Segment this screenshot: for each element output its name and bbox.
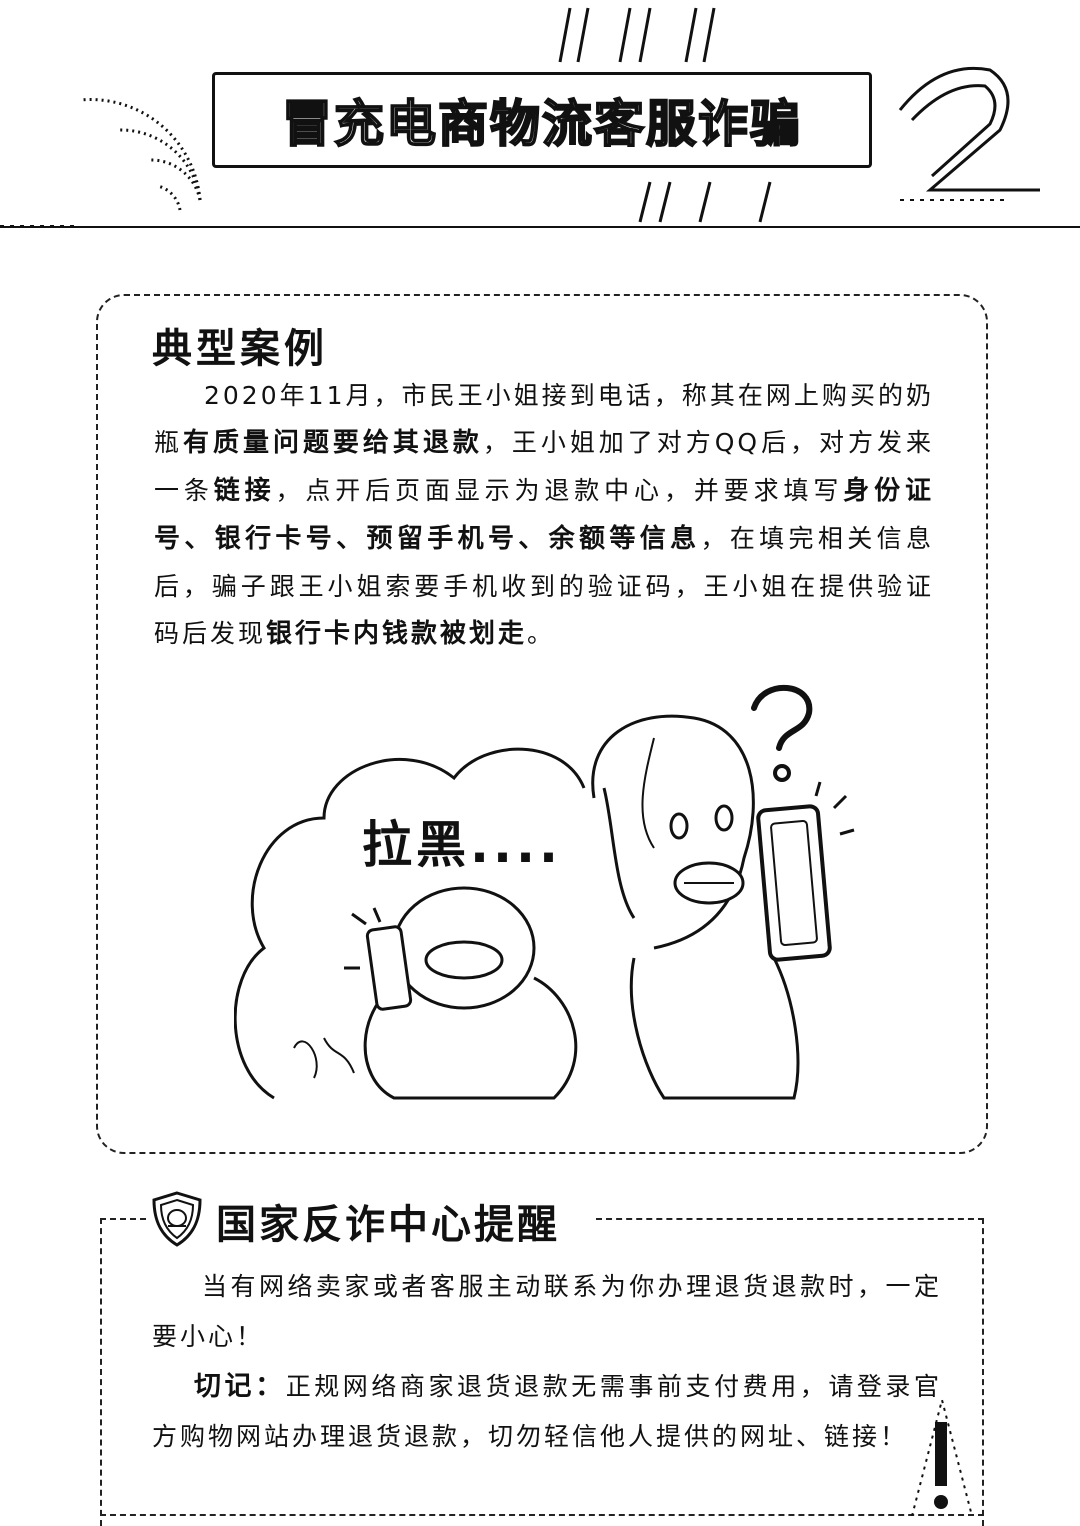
case-text-segment: ，点开后页面显示为退款中心，并要求填写	[275, 476, 844, 505]
case-paragraph: 2020年11月，市民王小姐接到电话，称其在网上购买的奶瓶有质量问题要给其退款，…	[154, 372, 934, 658]
tip-box-border	[100, 1218, 146, 1220]
tip-box-border	[100, 1218, 102, 1526]
tip-heading: 国家反诈中心提醒	[216, 1202, 560, 1248]
police-shield-icon	[152, 1191, 202, 1247]
tip-paragraph: 当有网络卖家或者客服主动联系为你办理退货退款时，一定要小心！	[152, 1272, 942, 1351]
exclamation-icon	[911, 1396, 973, 1516]
speech-bubble-text: 拉黑....	[362, 816, 562, 874]
case-highlight: 链接	[213, 476, 276, 506]
question-mark-icon	[751, 684, 813, 782]
tip-box-border	[596, 1218, 984, 1220]
phone-icon	[756, 804, 832, 962]
case-text-segment: 。	[527, 619, 556, 648]
cartoon-illustration	[234, 684, 855, 1100]
tip-box-border	[100, 1514, 984, 1516]
tip-content: 当有网络卖家或者客服主动联系为你办理退货退款时，一定要小心！ 切记：正规网络商家…	[152, 1262, 942, 1462]
case-heading: 典型案例	[152, 326, 328, 372]
tip-paragraph: 切记：正规网络商家退货退款无需事前支付费用，请登录官方购物网站办理退货退款，切勿…	[152, 1362, 942, 1462]
case-highlight: 银行卡内钱款被划走	[266, 619, 528, 649]
header-underline	[0, 226, 1080, 228]
tip-box-border	[982, 1218, 984, 1526]
tip-keyword: 切记：	[194, 1371, 286, 1402]
case-highlight: 有质量问题要给其退款	[183, 428, 483, 458]
page-title: 冒充电商物流客服诈骗	[212, 72, 872, 168]
